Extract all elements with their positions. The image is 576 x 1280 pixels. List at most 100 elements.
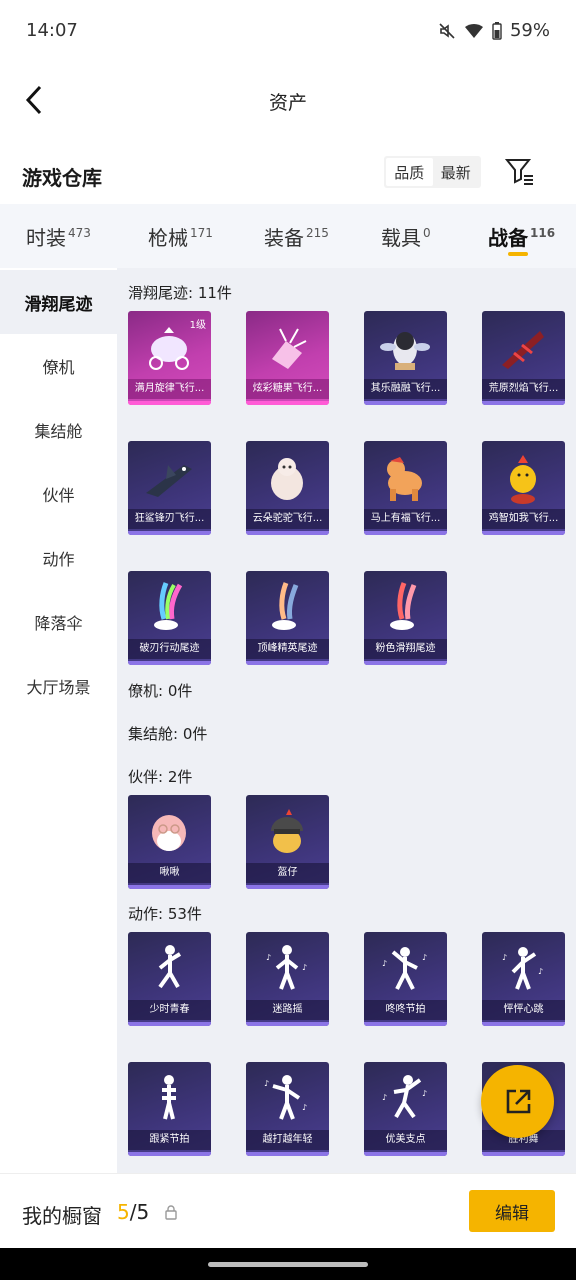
tab-equipment[interactable]: 装备 215 xyxy=(264,222,329,251)
rarity-stripe xyxy=(482,1022,565,1026)
svg-text:♪: ♪ xyxy=(502,953,507,962)
mute-icon xyxy=(439,22,455,39)
item-name: 粉色滑翔尾迹 xyxy=(364,639,447,659)
pink-trail-art xyxy=(390,582,417,630)
item-card[interactable]: ♪ ♪ 越打越年轻 xyxy=(246,1062,329,1156)
battery-level: 59% xyxy=(509,20,550,41)
item-card[interactable]: 其乐融融飞行... xyxy=(364,311,447,405)
item-name: 越打越年轻 xyxy=(246,1130,329,1150)
showcase-count: 5/5 xyxy=(117,1200,150,1224)
sidebar-item-parachute[interactable]: 降落伞 xyxy=(0,590,117,654)
sidebar-item-lobby-scene[interactable]: 大厅场景 xyxy=(0,654,117,718)
svg-text:♪: ♪ xyxy=(302,963,307,972)
rarity-stripe xyxy=(246,401,329,405)
item-name: 跟紧节拍 xyxy=(128,1130,211,1150)
tab-fashion[interactable]: 时装 473 xyxy=(26,222,91,251)
item-level: 1级 xyxy=(189,320,206,331)
home-indicator[interactable] xyxy=(208,1262,368,1267)
item-card[interactable]: ♪ ♪ 咚咚节拍 xyxy=(364,932,447,1026)
sort-newest-option[interactable]: 最新 xyxy=(433,158,480,186)
item-card[interactable]: 马上有福飞行... xyxy=(364,441,447,535)
svg-text:♪: ♪ xyxy=(382,959,387,968)
item-card[interactable]: 少时青春 xyxy=(128,932,211,1026)
tab-guns[interactable]: 枪械 171 xyxy=(148,222,213,251)
item-name: 迷路摇 xyxy=(246,1000,329,1020)
item-card[interactable]: ♪ ♪ 迷路摇 xyxy=(246,932,329,1026)
item-card[interactable]: 1级 满月旋律飞行... xyxy=(128,311,211,405)
item-name: 荒原烈焰飞行... xyxy=(482,379,565,399)
item-name: 怦怦心跳 xyxy=(482,1000,565,1020)
section-label-trail: 滑翔尾迹: 11件 xyxy=(128,284,232,302)
sidebar-item-emote[interactable]: 动作 xyxy=(0,526,117,590)
item-card[interactable]: 炫彩糖果飞行... xyxy=(246,311,329,405)
item-card[interactable]: 啾啾 xyxy=(128,795,211,889)
item-card[interactable]: ♪ ♪ 怦怦心跳 xyxy=(482,932,565,1026)
item-name: 少时青春 xyxy=(128,1000,211,1020)
showcase-label: 我的橱窗 xyxy=(22,1204,102,1228)
system-nav-bar xyxy=(0,1248,576,1280)
sidebar-item-capsule[interactable]: 集结舱 xyxy=(0,398,117,462)
dancer-figure-art: ♪♪ xyxy=(382,1075,427,1119)
candy-art xyxy=(272,328,307,369)
lock-icon xyxy=(165,1205,177,1220)
item-card[interactable]: 顶峰精英尾迹 xyxy=(246,571,329,665)
dancer-figure-art: ♪♪ xyxy=(264,1075,307,1120)
category-tabs: 时装 473 枪械 171 装备 215 载具 0 战备 116 xyxy=(0,204,576,268)
rarity-stripe xyxy=(482,401,565,405)
item-name: 顶峰精英尾迹 xyxy=(246,639,329,659)
dancer-figure-art xyxy=(162,1075,176,1120)
nav-bar: 资产 xyxy=(0,62,576,138)
rarity-stripe xyxy=(128,1022,211,1026)
sidebar-item-partner[interactable]: 伙伴 xyxy=(0,462,117,526)
rarity-stripe xyxy=(364,1022,447,1026)
item-content: 滑翔尾迹: 11件 1级 满月旋律飞行... 炫彩糖果飞行... 其乐融融飞行.… xyxy=(117,268,576,1173)
status-icons: 59% xyxy=(438,20,550,41)
dancer-figure-art: ♪♪ xyxy=(502,947,543,990)
alpaca-art xyxy=(271,458,303,500)
rarity-stripe xyxy=(128,885,211,889)
item-card[interactable]: 跟紧节拍 xyxy=(128,1062,211,1156)
item-name: 炫彩糖果飞行... xyxy=(246,379,329,399)
rarity-stripe xyxy=(364,661,447,665)
sort-quality-option[interactable]: 品质 xyxy=(386,158,433,186)
item-card[interactable]: 荒原烈焰飞行... xyxy=(482,311,565,405)
helmet-partner-art xyxy=(271,809,303,853)
item-card[interactable]: 鸡智如我飞行... xyxy=(482,441,565,535)
item-name: 满月旋律飞行... xyxy=(128,379,211,399)
rarity-stripe xyxy=(364,1152,447,1156)
tab-vehicles[interactable]: 载具 0 xyxy=(381,222,431,251)
dancer-figure-art: ♪♪ xyxy=(266,945,307,990)
item-name: 狂鲨锋刃飞行... xyxy=(128,509,211,529)
dancer-figure-art xyxy=(158,945,182,989)
section-label-capsule: 集结舱: 0件 xyxy=(128,725,208,743)
filter-button[interactable] xyxy=(504,156,536,188)
item-card[interactable]: 狂鲨锋刃飞行... xyxy=(128,441,211,535)
svg-text:♪: ♪ xyxy=(264,1079,269,1088)
svg-text:♪: ♪ xyxy=(538,967,543,976)
sidebar-item-wingman[interactable]: 僚机 xyxy=(0,334,117,398)
rarity-stripe xyxy=(128,531,211,535)
item-card[interactable]: ♪ ♪ 优美支点 xyxy=(364,1062,447,1156)
rarity-stripe xyxy=(482,1152,565,1156)
dancer-figure-art: ♪♪ xyxy=(382,947,427,990)
page-title: 资产 xyxy=(268,92,307,114)
rarity-stripe xyxy=(128,401,211,405)
item-card[interactable]: 粉色滑翔尾迹 xyxy=(364,571,447,665)
edit-button[interactable]: 编辑 xyxy=(469,1190,555,1232)
item-card[interactable]: 云朵驼驼飞行... xyxy=(246,441,329,535)
tab-combat-gear[interactable]: 战备 116 xyxy=(488,222,555,251)
status-time: 14:07 xyxy=(26,20,78,41)
item-card[interactable]: 盔仔 xyxy=(246,795,329,889)
sidebar-item-glide-trail[interactable]: 滑翔尾迹 xyxy=(0,270,117,334)
share-icon xyxy=(506,1089,530,1113)
rarity-stripe xyxy=(364,531,447,535)
flame-trail-art xyxy=(272,582,299,630)
item-name: 啾啾 xyxy=(128,863,211,883)
bird-partner-art xyxy=(152,815,186,851)
status-bar: 14:07 59% xyxy=(0,0,576,62)
share-button[interactable] xyxy=(481,1065,554,1138)
item-card[interactable]: 破刃行动尾迹 xyxy=(128,571,211,665)
rainbow-trail-art xyxy=(154,582,183,630)
item-name: 鸡智如我飞行... xyxy=(482,509,565,529)
item-name: 云朵驼驼飞行... xyxy=(246,509,329,529)
